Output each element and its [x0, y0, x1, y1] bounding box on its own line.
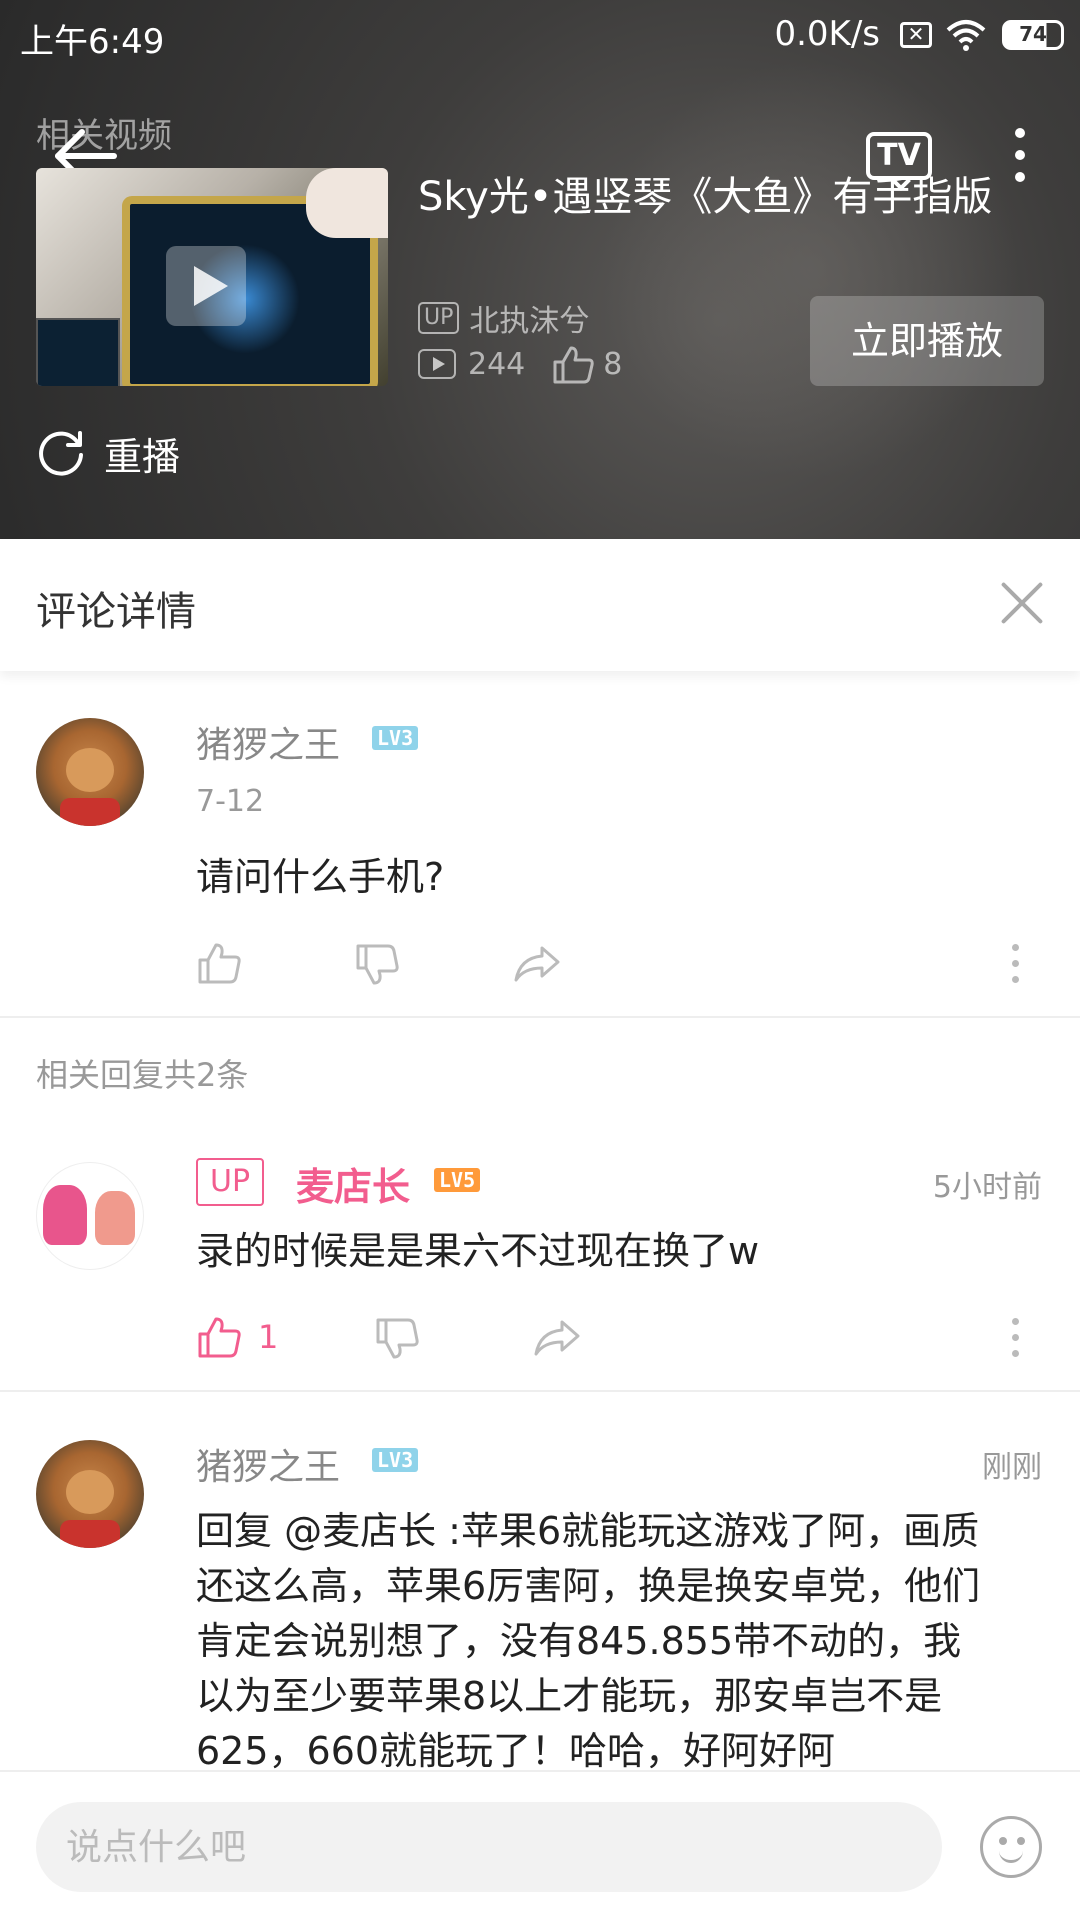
- reply-more-icon[interactable]: [1010, 1318, 1020, 1366]
- reply-text-line: 以为至少要苹果8以上才能玩，那安卓岂不是: [196, 1674, 943, 1718]
- related-video-title[interactable]: Sky光•遇竖琴《大鱼》有手指版: [418, 164, 992, 222]
- reply-time: 5小时前: [932, 1170, 1042, 1205]
- close-icon[interactable]: [998, 579, 1046, 627]
- level-badge: LV3: [372, 726, 419, 750]
- up-badge: UP: [418, 302, 460, 334]
- thumbs-up-icon[interactable]: [196, 1314, 242, 1360]
- reply-count-label: 相关回复共2条: [36, 1056, 249, 1094]
- avatar[interactable]: [36, 1440, 144, 1548]
- replay-icon: [39, 430, 83, 476]
- thumbs-up-icon: [553, 346, 594, 384]
- comment-input-bar: [0, 1770, 1080, 1922]
- emoji-icon[interactable]: [980, 1816, 1042, 1878]
- uploader-row: UP 北执沫兮: [418, 296, 589, 340]
- level-badge: LV3: [372, 1448, 419, 1472]
- thumbnail-inset: [36, 318, 120, 386]
- panel-title: 评论详情: [36, 589, 196, 635]
- more-options-icon[interactable]: [1010, 128, 1030, 188]
- divider: [0, 1390, 1080, 1392]
- reply-text-line: 还这么高，苹果6厉害阿，换是换安卓党，他们: [196, 1564, 981, 1608]
- thumbs-down-icon[interactable]: [374, 1316, 420, 1362]
- wifi-icon: [946, 20, 986, 51]
- reply-time: 刚刚: [982, 1450, 1042, 1485]
- comment-username[interactable]: 猪猡之王: [196, 716, 340, 768]
- sim-icon: ✕: [900, 22, 932, 48]
- uploader-name: 北执沫兮: [469, 304, 590, 339]
- related-video-thumbnail[interactable]: [36, 168, 388, 386]
- play-count-icon: [418, 349, 456, 379]
- play-icon: [166, 246, 246, 326]
- thumbs-up-icon[interactable]: [196, 940, 242, 986]
- reply-text-line: 肯定会说别想了，没有845.855带不动的，我: [196, 1619, 962, 1663]
- comment-date: 7-12: [196, 784, 265, 819]
- divider: [0, 1016, 1080, 1018]
- share-icon[interactable]: [532, 1318, 582, 1358]
- related-video-overlay: 上午6:49 0.0K/s ✕ 74 相关视频 TV Sky光•遇竖琴《大鱼》有…: [0, 0, 1080, 539]
- status-bar: 上午6:49 0.0K/s ✕ 74: [0, 0, 1080, 74]
- play-now-button[interactable]: 立即播放: [810, 296, 1044, 386]
- share-icon[interactable]: [512, 944, 562, 984]
- reply-like-count: 1: [258, 1318, 279, 1356]
- avatar[interactable]: [36, 718, 144, 826]
- comment-detail-header: 评论详情: [0, 539, 1080, 671]
- thumbs-down-icon[interactable]: [354, 942, 400, 988]
- level-badge: LV5: [434, 1168, 481, 1192]
- reply-text: 回复 @麦店长 :苹果6就能玩这游戏了阿，画质 还这么高，苹果6厉害阿，换是换安…: [196, 1504, 1046, 1779]
- up-badge: UP: [196, 1158, 265, 1206]
- reply-username[interactable]: 麦店长: [296, 1156, 410, 1211]
- video-like-count: 8: [603, 346, 623, 382]
- reply-text: 录的时候是是果六不过现在换了w: [196, 1229, 760, 1273]
- replay-label: 重播: [104, 435, 181, 479]
- network-speed: 0.0K/s: [774, 14, 880, 54]
- comment-text: 请问什么手机?: [196, 855, 445, 899]
- replay-button[interactable]: 重播: [36, 426, 180, 481]
- reply-username[interactable]: 猪猡之王: [196, 1438, 340, 1490]
- battery-icon: 74: [1002, 20, 1064, 50]
- comment-more-icon[interactable]: [1010, 944, 1020, 992]
- play-count: 244: [468, 346, 526, 382]
- video-stats: 244 8: [418, 344, 622, 384]
- reply-text-line: 回复 @麦店长 :苹果6就能玩这游戏了阿，画质: [196, 1509, 980, 1553]
- thumbnail-hand: [306, 168, 388, 238]
- avatar[interactable]: [36, 1162, 144, 1270]
- background-video-frame: [600, 60, 1020, 480]
- comment-input[interactable]: [36, 1802, 942, 1892]
- status-time: 上午6:49: [20, 22, 165, 62]
